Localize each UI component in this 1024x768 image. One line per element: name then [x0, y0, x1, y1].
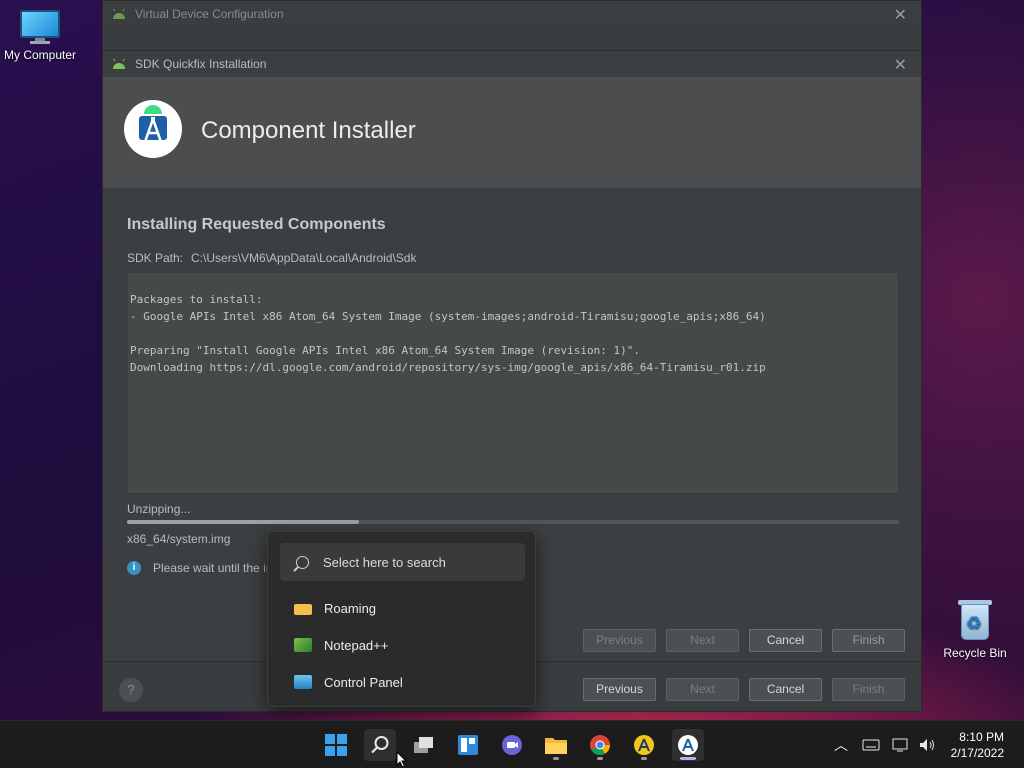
monitor-icon — [18, 10, 62, 44]
wizard-button-row: Previous Next Cancel Finish — [583, 678, 905, 701]
windows-logo-icon — [325, 734, 347, 756]
search-icon — [296, 555, 309, 569]
keyboard-icon[interactable] — [862, 739, 880, 751]
widgets-button[interactable] — [452, 729, 484, 761]
finish-button[interactable]: Finish — [832, 629, 905, 652]
search-result-label: Notepad++ — [324, 637, 389, 653]
teams-chat-icon — [502, 735, 522, 755]
window-title: SDK Quickfix Installation — [135, 57, 267, 71]
network-icon[interactable] — [892, 737, 910, 753]
cancel-button[interactable]: Cancel — [749, 629, 822, 652]
notepad-plus-plus-icon — [294, 638, 312, 652]
previous-button[interactable]: Previous — [583, 629, 656, 652]
chrome-icon — [590, 735, 611, 756]
close-icon[interactable]: ✕ — [894, 55, 907, 75]
android-studio-logo-icon — [124, 100, 182, 158]
volume-icon[interactable] — [918, 737, 936, 753]
control-panel-icon — [294, 675, 312, 689]
android-studio-icon — [678, 735, 698, 755]
folder-icon — [545, 738, 567, 754]
folder-icon — [294, 603, 312, 615]
window-title: Virtual Device Configuration — [135, 7, 284, 21]
progress-bar — [127, 520, 899, 524]
info-text: Please wait until the in — [153, 561, 273, 575]
android-studio-canary-button[interactable] — [628, 729, 660, 761]
section-title: Installing Requested Components — [127, 216, 386, 233]
info-icon: i — [127, 561, 141, 575]
wizard-button-row: Previous Next Cancel Finish — [583, 629, 905, 652]
search-flyout: Select here to search Roaming Notepad++ … — [267, 531, 536, 707]
install-log[interactable]: Packages to install: - Google APIs Intel … — [127, 272, 899, 494]
log-line: Downloading https://dl.google.com/androi… — [130, 361, 766, 374]
search-input[interactable]: Select here to search — [280, 543, 525, 581]
cancel-button[interactable]: Cancel — [749, 678, 822, 701]
desktop-icon-label: Recycle Bin — [943, 646, 1007, 660]
android-studio-icon — [634, 735, 654, 755]
android-studio-button[interactable] — [672, 729, 704, 761]
teams-chat-button[interactable] — [496, 729, 528, 761]
current-file: x86_64/system.img — [127, 532, 231, 546]
mouse-cursor-icon — [396, 751, 408, 768]
sdk-path: SDK Path: C:\Users\VM6\AppData\Local\Andr… — [127, 251, 416, 265]
android-icon — [113, 8, 125, 19]
next-button[interactable]: Next — [666, 629, 739, 652]
file-explorer-button[interactable] — [540, 729, 572, 761]
search-taskbar-button[interactable] — [364, 729, 396, 761]
start-button[interactable] — [320, 729, 352, 761]
search-placeholder: Select here to search — [323, 554, 446, 570]
search-icon — [371, 736, 389, 754]
status-text: Unzipping... — [127, 502, 191, 516]
clock-date: 2/17/2022 — [950, 746, 1004, 760]
window-titlebar[interactable]: SDK Quickfix Installation ✕ — [103, 51, 921, 77]
close-icon[interactable]: ✕ — [894, 5, 907, 25]
window-titlebar[interactable]: Virtual Device Configuration ✕ — [103, 1, 921, 27]
search-result-label: Control Panel — [324, 674, 403, 690]
recycle-bin-icon: ♻ — [957, 598, 993, 642]
next-button[interactable]: Next — [666, 678, 739, 701]
log-line: Packages to install: — [130, 293, 263, 306]
clock-time: 8:10 PM — [959, 730, 1004, 744]
android-icon — [113, 58, 125, 69]
previous-button[interactable]: Previous — [583, 678, 656, 701]
sdk-path-label: SDK Path: — [127, 251, 184, 265]
installer-header: Component Installer — [103, 77, 921, 188]
search-result-label: Roaming — [324, 600, 377, 616]
clock[interactable]: 8:10 PM 2/17/2022 — [951, 729, 1004, 761]
progress-fill — [127, 520, 359, 524]
search-result-notepad-plus-plus[interactable]: Notepad++ — [294, 635, 388, 655]
widgets-icon — [458, 735, 478, 755]
desktop-icon-recycle-bin[interactable]: ♻ Recycle Bin — [935, 598, 1015, 660]
desktop-icon-label: My Computer — [3, 48, 77, 62]
search-result-control-panel[interactable]: Control Panel — [294, 672, 403, 692]
finish-button[interactable]: Finish — [832, 678, 905, 701]
desktop-icon-my-computer[interactable]: My Computer — [0, 10, 80, 62]
task-view-icon — [414, 737, 433, 753]
help-button[interactable]: ? — [119, 678, 143, 702]
system-tray: ︿ — [834, 721, 936, 768]
taskbar: ︿ 8:10 PM 2/17/2022 — [0, 720, 1024, 768]
search-result-roaming[interactable]: Roaming — [294, 598, 376, 618]
chevron-up-icon[interactable]: ︿ — [834, 735, 848, 755]
log-line: Preparing "Install Google APIs Intel x86… — [130, 344, 640, 357]
task-view-button[interactable] — [408, 729, 440, 761]
info-message: i Please wait until the in — [127, 561, 272, 575]
installer-title: Component Installer — [201, 117, 416, 144]
sdk-path-value: C:\Users\VM6\AppData\Local\Android\Sdk — [191, 251, 417, 265]
log-line: - Google APIs Intel x86 Atom_64 System I… — [130, 310, 766, 323]
chrome-button[interactable] — [584, 729, 616, 761]
